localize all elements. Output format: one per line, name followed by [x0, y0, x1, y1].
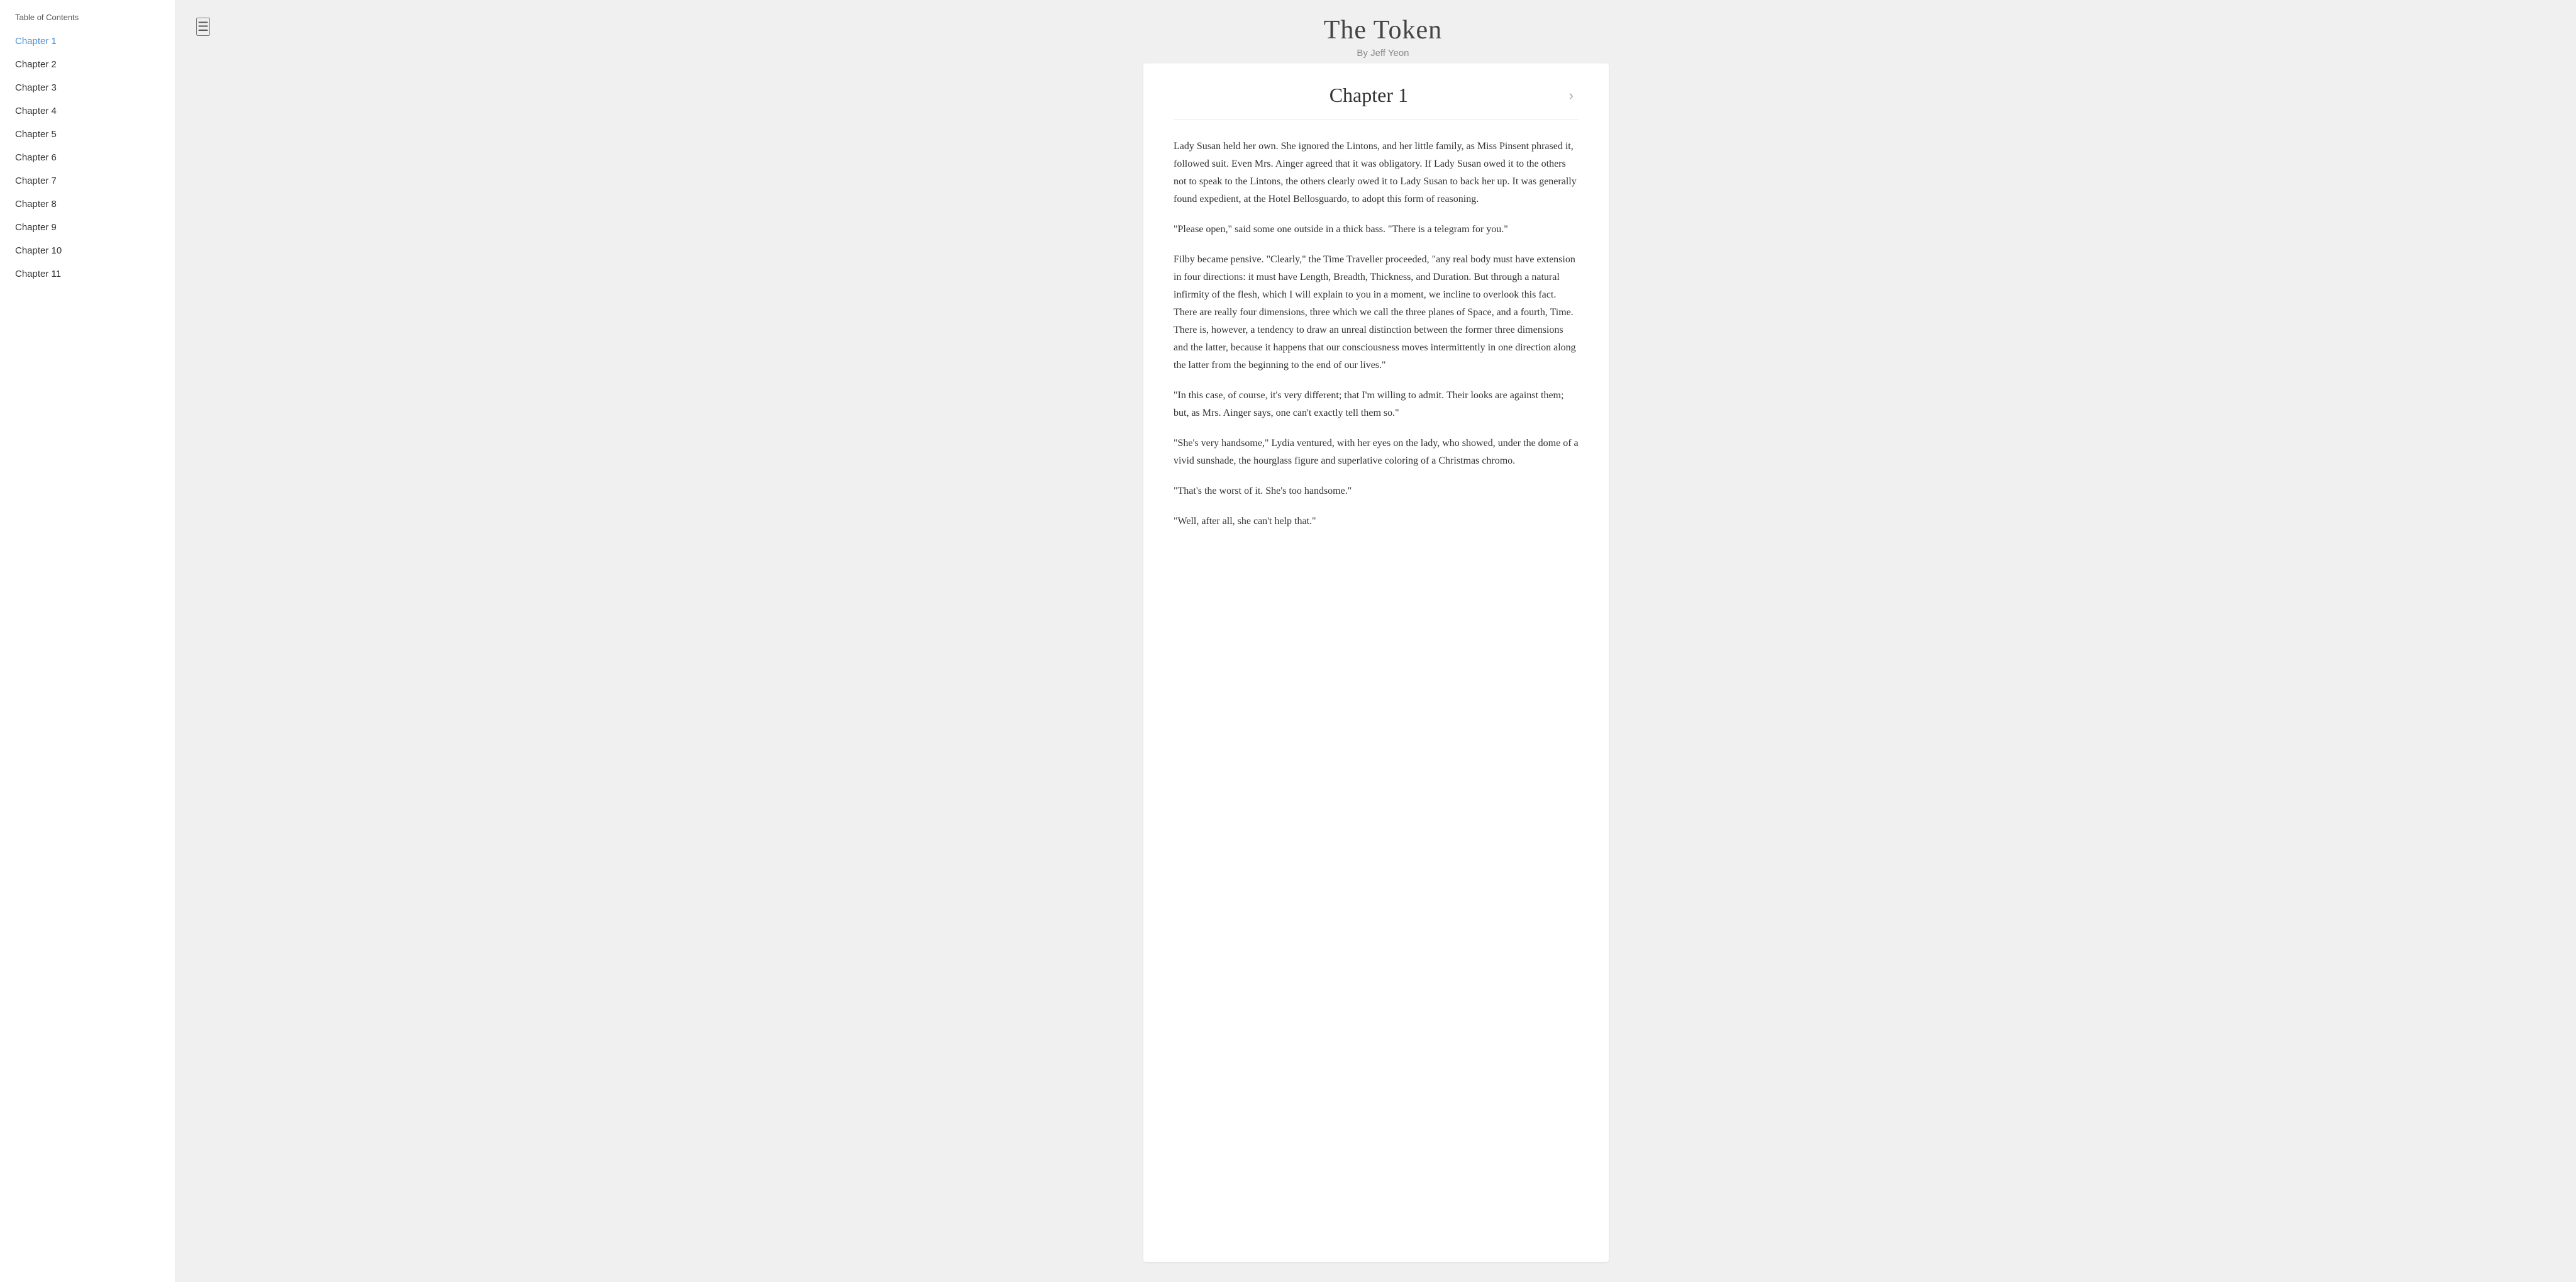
sidebar-chapter-11[interactable]: Chapter 11 [0, 262, 175, 286]
book-author: By Jeff Yeon [210, 48, 2556, 59]
header-info: The Token By Jeff Yeon [210, 15, 2556, 59]
toc-label: Table of Contents [0, 13, 175, 30]
content-area: Chapter 1 › Lady Susan held her own. She… [176, 64, 2576, 1282]
chapter-paragraph: "Well, after all, she can't help that." [1174, 513, 1579, 530]
sidebar-chapter-1[interactable]: Chapter 1 [0, 30, 175, 53]
chapter-paragraph: Lady Susan held her own. She ignored the… [1174, 138, 1579, 208]
sidebar-chapter-8[interactable]: Chapter 8 [0, 192, 175, 216]
sidebar-chapter-2[interactable]: Chapter 2 [0, 53, 175, 76]
sidebar-chapter-3[interactable]: Chapter 3 [0, 76, 175, 99]
chapter-list: Chapter 1Chapter 2Chapter 3Chapter 4Chap… [0, 30, 175, 286]
chapter-paragraph: "In this case, of course, it's very diff… [1174, 387, 1579, 422]
sidebar-chapter-7[interactable]: Chapter 7 [0, 169, 175, 192]
chapter-header: Chapter 1 › [1174, 84, 1579, 120]
chapter-paragraph: "That's the worst of it. She's too hands… [1174, 482, 1579, 500]
sidebar-chapter-4[interactable]: Chapter 4 [0, 99, 175, 123]
chapter-paragraph: "Please open," said some one outside in … [1174, 221, 1579, 238]
next-chapter-button[interactable]: › [1564, 86, 1579, 105]
chapter-paragraph: "She's very handsome," Lydia ventured, w… [1174, 435, 1579, 470]
sidebar-chapter-6[interactable]: Chapter 6 [0, 146, 175, 169]
main-content: ☰ The Token By Jeff Yeon Chapter 1 › Lad… [176, 0, 2576, 1282]
sidebar: Table of Contents Chapter 1Chapter 2Chap… [0, 0, 176, 1282]
sidebar-chapter-5[interactable]: Chapter 5 [0, 123, 175, 146]
sidebar-chapter-9[interactable]: Chapter 9 [0, 216, 175, 239]
chapter-title: Chapter 1 [1174, 84, 1564, 107]
menu-icon[interactable]: ☰ [196, 18, 210, 36]
topbar: ☰ The Token By Jeff Yeon [176, 0, 2576, 64]
chapter-card: Chapter 1 › Lady Susan held her own. She… [1143, 64, 1609, 1262]
chapter-paragraph: Filby became pensive. "Clearly," the Tim… [1174, 251, 1579, 374]
chapter-content: Lady Susan held her own. She ignored the… [1174, 138, 1579, 530]
sidebar-chapter-10[interactable]: Chapter 10 [0, 239, 175, 262]
book-title: The Token [210, 15, 2556, 45]
